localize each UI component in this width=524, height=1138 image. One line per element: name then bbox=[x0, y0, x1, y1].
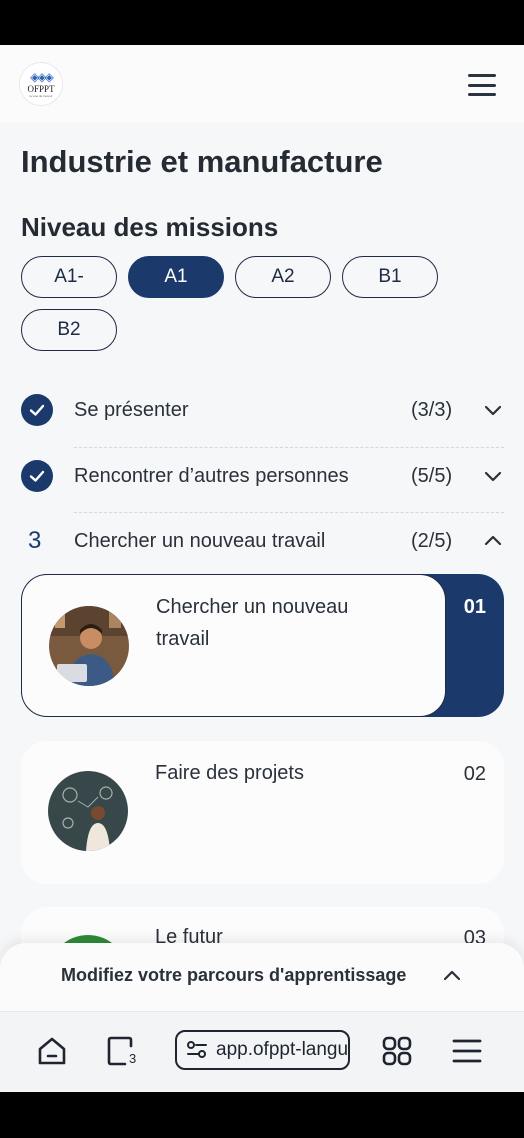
app-header: ◈◈◈ OFPPT la voie de l'avenir bbox=[0, 45, 524, 123]
divider bbox=[74, 512, 504, 513]
status-bar bbox=[0, 0, 524, 45]
mission-label: Rencontrer d’autres personnes bbox=[74, 464, 349, 487]
tab-count: 3 bbox=[129, 1051, 137, 1066]
lesson-number: 02 bbox=[463, 763, 486, 785]
check-circle-icon bbox=[21, 394, 53, 426]
drawer-label: Modifiez votre parcours d'apprentissage bbox=[61, 965, 407, 985]
level-b1-button[interactable]: B1 bbox=[342, 256, 438, 298]
hamburger-menu-icon[interactable] bbox=[468, 74, 496, 96]
levels-section-title: Niveau des missions bbox=[21, 212, 279, 242]
chevron-up-icon[interactable] bbox=[442, 965, 462, 985]
page-title: Industrie et manufacture bbox=[21, 144, 383, 179]
level-a1-button[interactable]: A1 bbox=[128, 256, 224, 298]
mission-item[interactable]: Rencontrer d’autres personnes (5/5) bbox=[21, 451, 504, 501]
lesson-card[interactable]: Faire des projets 02 bbox=[21, 741, 504, 884]
lesson-title: Faire des projets bbox=[155, 762, 304, 784]
app-screen: ◈◈◈ OFPPT la voie de l'avenir Industrie … bbox=[0, 45, 524, 1092]
divider bbox=[74, 447, 504, 448]
system-nav-bar bbox=[0, 1092, 524, 1138]
mission-progress: (3/3) bbox=[411, 398, 453, 421]
url-bar[interactable]: app.ofppt-langues.ma bbox=[175, 1030, 350, 1070]
lesson-card-active[interactable]: Chercher un nouveau travail 01 bbox=[21, 574, 504, 717]
chevron-down-icon[interactable] bbox=[483, 466, 503, 486]
mission-label: Se présenter bbox=[74, 398, 189, 421]
level-a1-minus-button[interactable]: A1- bbox=[21, 256, 117, 298]
logo-subtitle: la voie de l'avenir bbox=[29, 93, 53, 98]
mission-item[interactable]: Se présenter (3/3) bbox=[21, 385, 504, 435]
mission-item-current[interactable]: 3 Chercher un nouveau travail (2/5) bbox=[21, 516, 504, 566]
logo-mark-icon: ◈◈◈ bbox=[30, 69, 54, 84]
mission-number: 3 bbox=[28, 527, 42, 554]
lesson-thumbnail bbox=[49, 606, 129, 686]
mission-progress: (2/5) bbox=[411, 529, 453, 552]
check-circle-icon bbox=[21, 460, 53, 492]
tabs-icon[interactable]: 3 bbox=[105, 1034, 139, 1068]
learning-path-drawer[interactable]: Modifiez votre parcours d'apprentissage bbox=[0, 943, 524, 1013]
lesson-number: 01 bbox=[463, 596, 486, 618]
mission-progress: (5/5) bbox=[411, 464, 453, 487]
level-b2-button[interactable]: B2 bbox=[21, 309, 117, 351]
level-a2-button[interactable]: A2 bbox=[235, 256, 331, 298]
chevron-down-icon[interactable] bbox=[483, 400, 503, 420]
mission-label: Chercher un nouveau travail bbox=[74, 529, 326, 552]
ofppt-logo[interactable]: ◈◈◈ OFPPT la voie de l'avenir bbox=[19, 62, 63, 106]
lesson-thumbnail bbox=[48, 771, 128, 851]
apps-grid-icon[interactable] bbox=[380, 1034, 414, 1068]
chevron-up-icon[interactable] bbox=[483, 531, 503, 551]
home-icon[interactable] bbox=[35, 1034, 69, 1068]
site-settings-icon[interactable] bbox=[186, 1040, 208, 1060]
lesson-card-body: Chercher un nouveau travail bbox=[21, 574, 446, 717]
url-text: app.ofppt-langues.ma bbox=[216, 1039, 349, 1060]
logo-text: OFPPT bbox=[27, 83, 55, 94]
browser-toolbar: 3 app.ofppt-langues.ma bbox=[0, 1011, 524, 1092]
browser-menu-icon[interactable] bbox=[450, 1034, 484, 1068]
lesson-title: Chercher un nouveau travail bbox=[156, 596, 349, 650]
